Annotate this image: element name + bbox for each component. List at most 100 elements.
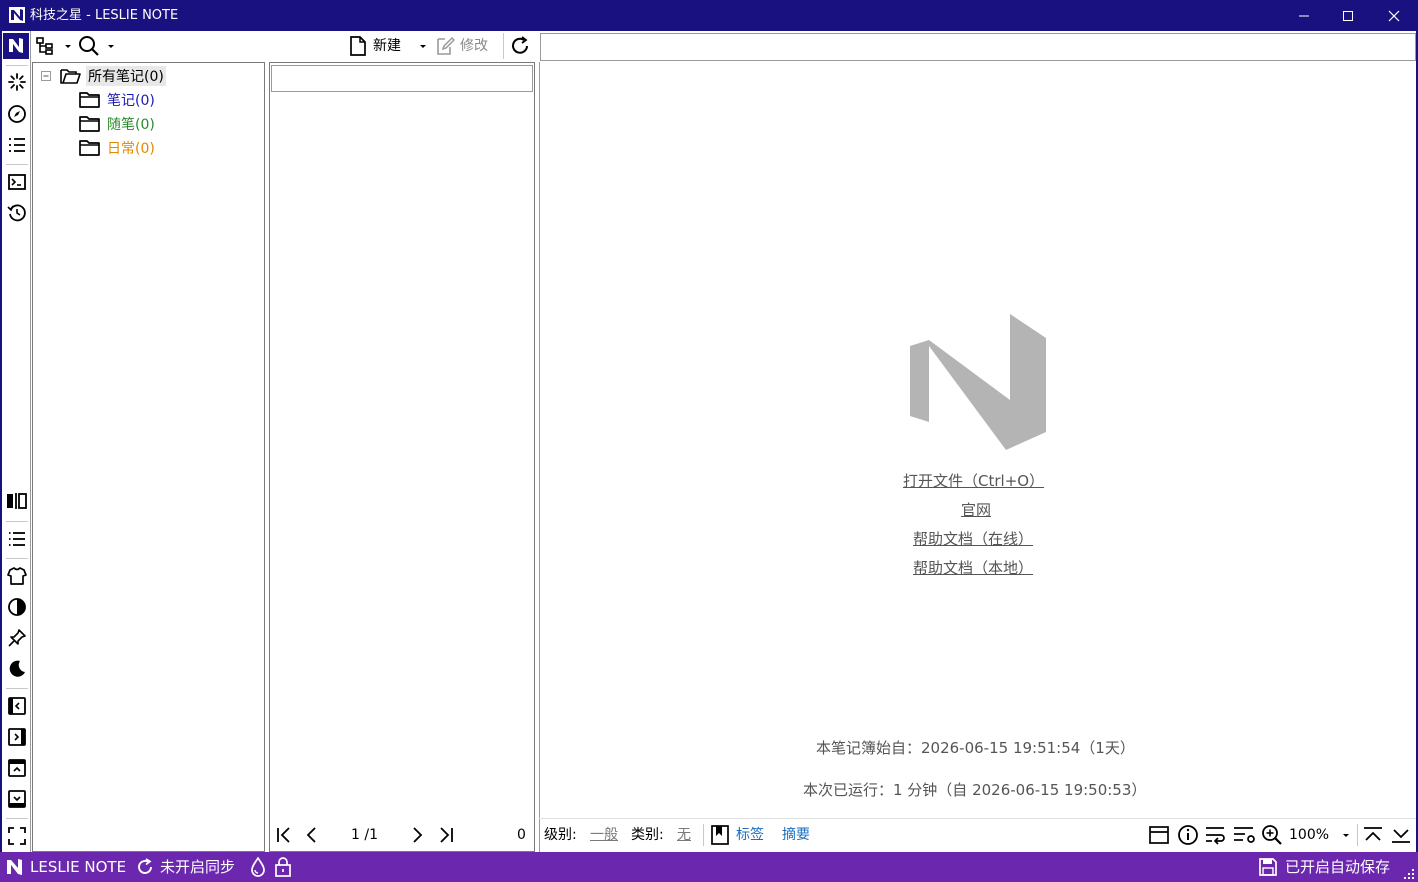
layout-button[interactable]	[1149, 825, 1169, 845]
spinner-icon	[8, 73, 26, 91]
note-list-panel	[269, 62, 535, 852]
split-view-button[interactable]	[6, 490, 28, 512]
scroll-bottom-button[interactable]	[1391, 825, 1411, 845]
tree-item-daily[interactable]: 日常(0)	[79, 137, 155, 159]
search-dropdown[interactable]	[78, 35, 116, 57]
split-view-icon	[7, 493, 27, 509]
tree-item-label: 笔记(0)	[107, 93, 155, 109]
help-local-link[interactable]: 帮助文档（本地）	[913, 558, 1033, 578]
maximize-button[interactable]	[1325, 0, 1371, 31]
contrast-icon	[8, 598, 26, 616]
new-note-dropdown[interactable]	[418, 35, 428, 57]
tree-root-item[interactable]: 所有笔记(0)	[41, 65, 166, 87]
folder-icon	[79, 116, 100, 132]
help-online-link[interactable]: 帮助文档（在线）	[913, 529, 1033, 549]
terminal-button[interactable]	[6, 171, 28, 193]
info-button[interactable]	[1177, 824, 1199, 846]
collapse-left-button[interactable]	[6, 695, 28, 717]
chevron-down-icon	[108, 45, 114, 48]
water-drop-button[interactable]	[249, 857, 267, 877]
chevron-left-icon	[306, 827, 316, 843]
first-page-button[interactable]	[276, 825, 292, 845]
tree-connector-lines	[46, 87, 66, 159]
refresh-button[interactable]	[509, 35, 531, 57]
zoom-button[interactable]: 100%	[1261, 824, 1329, 846]
numbered-list-icon	[9, 138, 25, 152]
open-file-link[interactable]: 打开文件（Ctrl+O）	[903, 471, 1044, 491]
edit-note-button[interactable]: 修改	[435, 35, 488, 57]
website-link[interactable]: 官网	[961, 500, 991, 520]
lock-icon	[275, 857, 291, 877]
compass-button[interactable]	[6, 103, 28, 125]
list-icon	[9, 532, 25, 546]
format-settings-button[interactable]	[1233, 825, 1257, 845]
contrast-button[interactable]	[6, 596, 28, 618]
page-indicator: 1 /1	[351, 827, 378, 843]
sync-status-button[interactable]: 未开启同步	[135, 857, 235, 877]
history-icon	[7, 204, 26, 222]
close-icon	[1388, 10, 1400, 21]
tree-root-label: 所有笔记(0)	[86, 66, 166, 86]
next-page-button[interactable]	[410, 825, 424, 845]
save-icon	[1259, 858, 1277, 876]
tree-view-dropdown[interactable]	[35, 35, 73, 57]
tree-item-label: 日常(0)	[107, 141, 155, 157]
collapse-right-button[interactable]	[6, 726, 28, 748]
resize-grip-icon[interactable]	[1403, 868, 1415, 880]
tree-item-label: 随笔(0)	[107, 117, 155, 133]
window-layout-icon	[1149, 826, 1169, 844]
autosave-status[interactable]: 已开启自动保存	[1259, 857, 1390, 877]
fullscreen-icon	[8, 827, 26, 845]
fullscreen-button[interactable]	[6, 825, 28, 847]
notebook-tree: 所有笔记(0) 笔记(0) 随笔(0) 日常(0)	[32, 62, 265, 852]
collapse-bottom-button[interactable]	[6, 788, 28, 810]
app-logo-icon	[7, 859, 22, 875]
tags-button[interactable]: 标签	[711, 825, 764, 845]
search-icon	[79, 36, 99, 56]
loading-spinner-button[interactable]	[6, 71, 28, 93]
panel-left-icon	[8, 697, 26, 715]
status-app-label: LESLIE NOTE	[30, 858, 127, 876]
lock-button[interactable]	[274, 857, 292, 877]
close-button[interactable]	[1371, 0, 1417, 31]
dark-mode-button[interactable]	[6, 658, 28, 680]
level-label: 级别:	[544, 827, 577, 843]
list-view-button[interactable]	[6, 528, 28, 550]
word-wrap-button[interactable]	[1205, 825, 1227, 845]
summary-link[interactable]: 摘要	[782, 826, 810, 844]
note-title-input[interactable]	[540, 33, 1416, 61]
collapse-icon[interactable]	[41, 70, 52, 82]
tree-item-essays[interactable]: 随笔(0)	[79, 113, 155, 135]
new-note-button[interactable]: 新建	[349, 35, 401, 57]
shirt-icon	[7, 567, 27, 585]
autosave-label: 已开启自动保存	[1285, 858, 1391, 876]
note-list-filter-input[interactable]	[271, 65, 533, 92]
level-value[interactable]: 一般	[590, 826, 618, 844]
runtime-info: 本次已运行：1 分钟（自 2026-06-15 19:50:53）	[803, 781, 1147, 799]
minimize-button[interactable]	[1281, 0, 1327, 31]
history-button[interactable]	[6, 202, 28, 224]
chevron-down-icon	[420, 45, 426, 48]
collapse-top-button[interactable]	[6, 757, 28, 779]
tree-structure-icon	[36, 37, 53, 55]
pin-button[interactable]	[6, 627, 28, 649]
word-wrap-icon	[1206, 827, 1225, 845]
prev-page-button[interactable]	[305, 825, 319, 845]
scroll-top-button[interactable]	[1363, 825, 1383, 845]
text-settings-icon	[1234, 827, 1255, 843]
last-page-button[interactable]	[438, 825, 454, 845]
folder-open-icon	[60, 69, 81, 84]
app-logo-icon	[9, 7, 25, 23]
folder-icon	[79, 140, 100, 156]
category-value[interactable]: 无	[677, 826, 691, 844]
maximize-icon	[1343, 10, 1353, 21]
tree-item-notes[interactable]: 笔记(0)	[79, 89, 155, 111]
theme-button[interactable]	[6, 565, 28, 587]
outline-list-button[interactable]	[6, 134, 28, 156]
zoom-dropdown[interactable]	[1341, 828, 1351, 842]
new-note-label: 新建	[373, 38, 401, 54]
app-menu-button[interactable]	[3, 33, 29, 59]
info-icon	[1178, 825, 1198, 845]
zoom-level: 100%	[1289, 827, 1330, 843]
edit-document-icon	[437, 36, 455, 55]
